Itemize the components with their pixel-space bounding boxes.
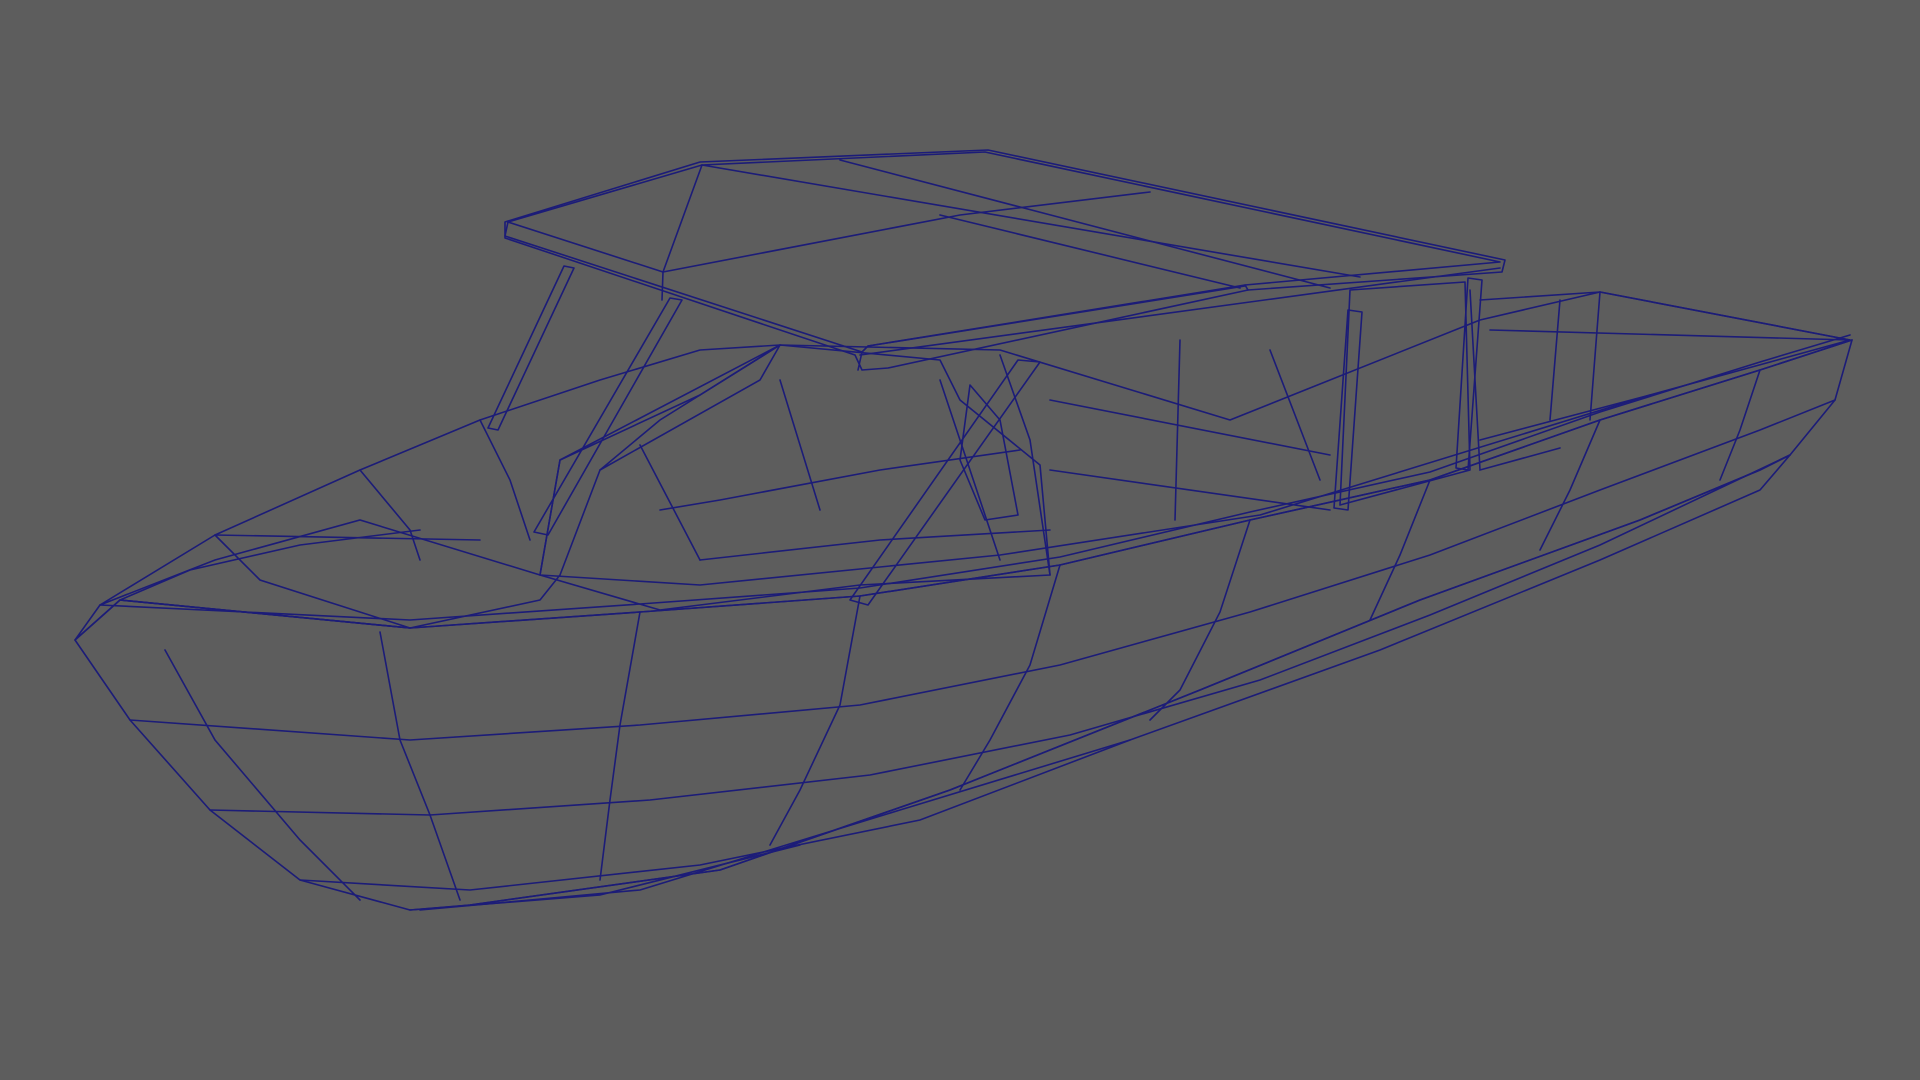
roof-top xyxy=(504,151,1501,353)
interior-cockpit-wall xyxy=(539,291,1851,586)
3d-viewport[interactable] xyxy=(0,0,1920,1080)
roof-edge xyxy=(504,149,1506,371)
hull-bow-deck xyxy=(74,344,781,641)
strut-front-mid xyxy=(533,297,683,536)
boat-model[interactable] xyxy=(0,0,1920,1080)
boat-roof xyxy=(504,149,1506,371)
hull-keel xyxy=(419,454,1791,911)
roof-struts xyxy=(487,265,1483,606)
strut-front-left xyxy=(487,265,575,431)
boat-hull xyxy=(74,334,1853,911)
console-block xyxy=(1339,281,1471,506)
boat-interior xyxy=(539,281,1851,611)
